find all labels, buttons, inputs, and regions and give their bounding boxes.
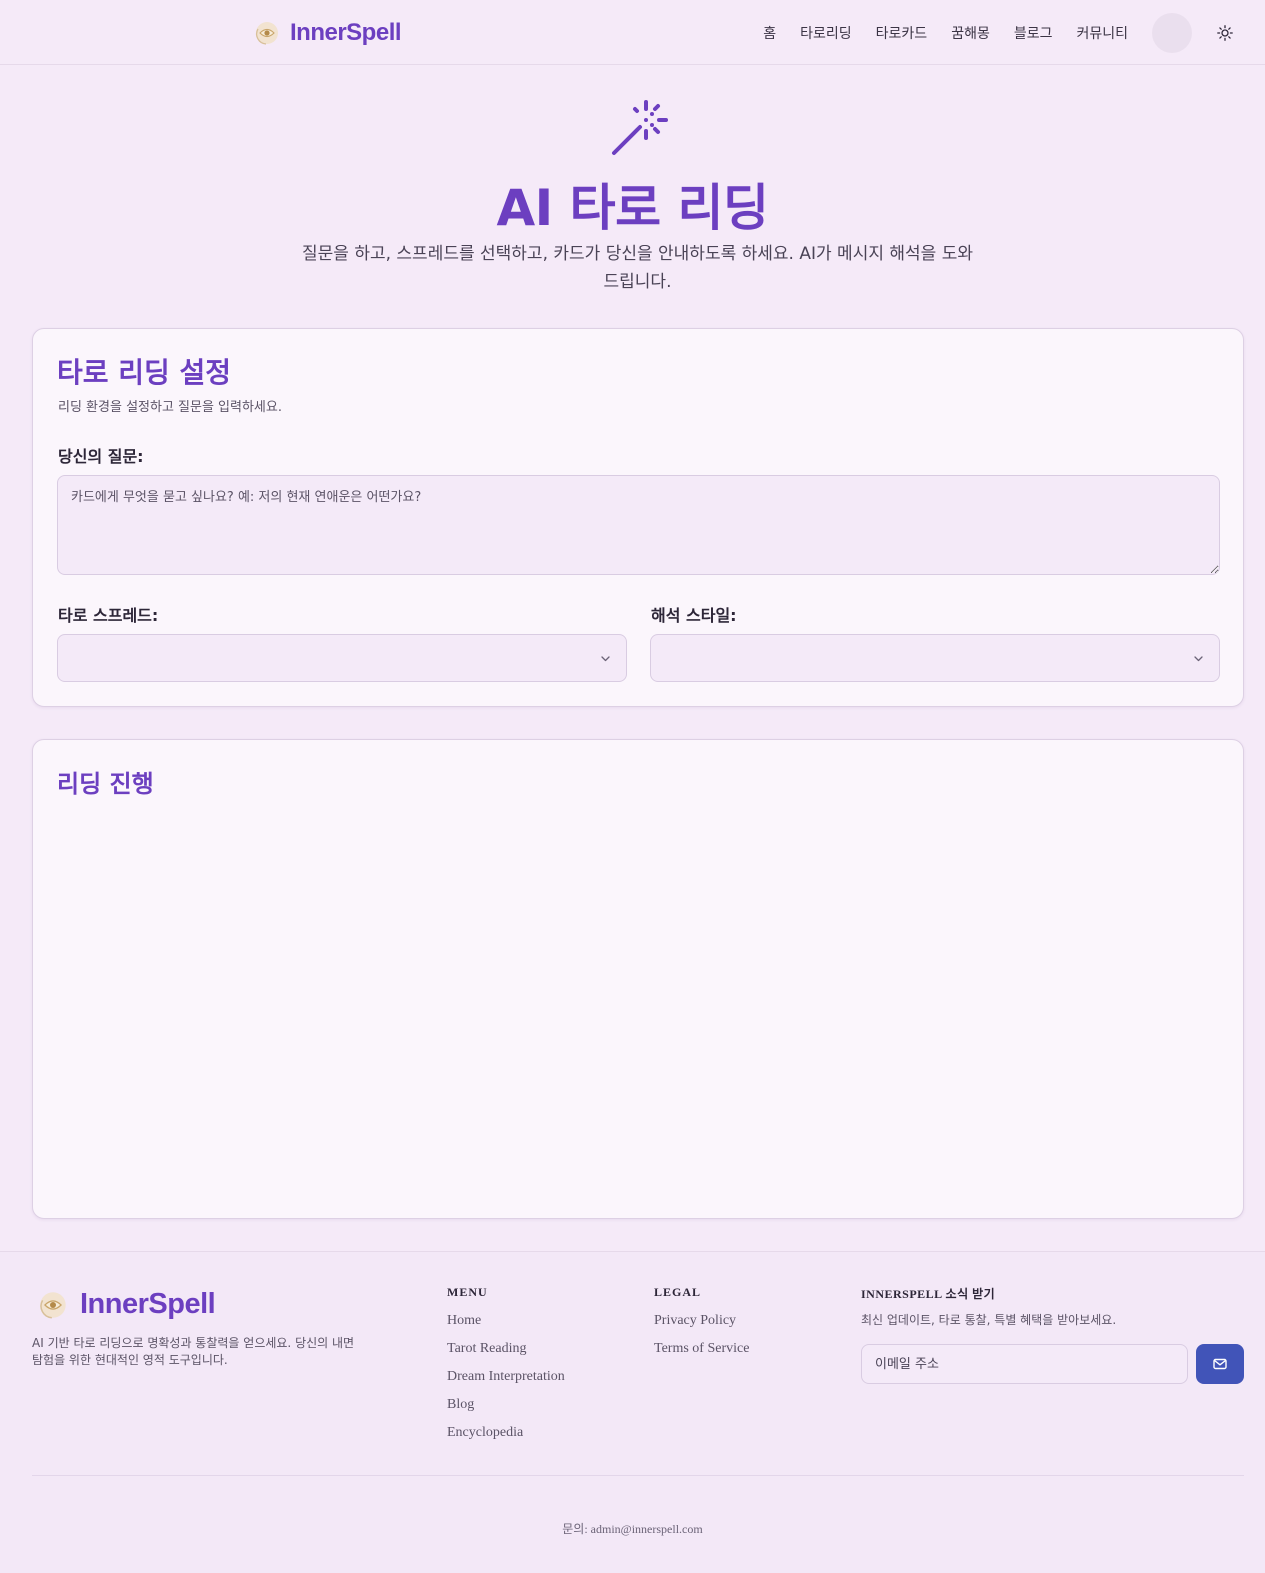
- eye-moon-logo-icon: [256, 22, 278, 45]
- footer-link-home[interactable]: Home: [447, 1310, 565, 1338]
- question-input[interactable]: [57, 475, 1220, 575]
- sun-icon: [1217, 24, 1233, 41]
- footer-link-dream[interactable]: Dream Interpretation: [447, 1366, 565, 1394]
- nav-item-tarot-reading[interactable]: 타로리딩: [800, 23, 852, 43]
- chevron-down-icon: [1194, 656, 1203, 662]
- footer-legal-title: LEGAL: [654, 1285, 702, 1299]
- footer-legal-links: Privacy Policy Terms of Service: [654, 1310, 749, 1366]
- newsletter-title: INNERSPELL 소식 받기: [861, 1287, 996, 1301]
- footer-link-privacy[interactable]: Privacy Policy: [654, 1310, 749, 1338]
- theme-toggle-button[interactable]: [1215, 23, 1235, 43]
- progress-title: 리딩 진행: [57, 770, 154, 798]
- footer-brand-name: InnerSpell: [80, 1288, 216, 1320]
- brand-logo[interactable]: InnerSpell: [254, 17, 402, 49]
- chevron-down-icon: [601, 656, 610, 662]
- nav-item-community[interactable]: 커뮤니티: [1076, 23, 1128, 43]
- nav-item-dream[interactable]: 꿈해몽: [951, 23, 990, 43]
- footer-contact: 문의: admin@innerspell.com: [562, 1522, 703, 1536]
- spread-select[interactable]: [57, 634, 627, 682]
- main-nav: 홈 타로리딩 타로카드 꿈해몽 블로그 커뮤니티: [763, 0, 1265, 65]
- footer-description: AI 기반 타로 리딩으로 명확성과 통찰력을 얻으세요. 당신의 내면 탐험을…: [32, 1336, 355, 1367]
- footer-link-blog[interactable]: Blog: [447, 1394, 565, 1422]
- brand-name: InnerSpell: [290, 19, 402, 46]
- footer-menu-links: Home Tarot Reading Dream Interpretation …: [447, 1310, 565, 1450]
- footer-brand-logo[interactable]: InnerSpell: [38, 1288, 216, 1321]
- eye-moon-logo-icon: [40, 1291, 66, 1318]
- newsletter-subscribe-button[interactable]: [1196, 1344, 1244, 1384]
- newsletter-description: 최신 업데이트, 타로 통찰, 특별 혜택을 받아보세요.: [861, 1313, 1117, 1327]
- question-label: 당신의 질문:: [58, 447, 144, 466]
- reading-setup-card: 타로 리딩 설정 리딩 환경을 설정하고 질문을 입력하세요. 당신의 질문: …: [32, 328, 1244, 707]
- interpretation-style-select[interactable]: [650, 634, 1220, 682]
- nav-item-home[interactable]: 홈: [763, 23, 776, 43]
- footer-menu-title: MENU: [447, 1285, 488, 1299]
- nav-item-blog[interactable]: 블로그: [1014, 23, 1053, 43]
- footer-divider: [32, 1475, 1244, 1476]
- mail-icon: [1213, 1358, 1227, 1370]
- avatar[interactable]: [1152, 12, 1192, 53]
- site-footer: InnerSpell AI 기반 타로 리딩으로 명확성과 통찰력을 얻으세요.…: [0, 1252, 1265, 1573]
- newsletter-email-input[interactable]: [861, 1344, 1188, 1384]
- setup-description: 리딩 환경을 설정하고 질문을 입력하세요.: [58, 400, 282, 415]
- site-header: InnerSpell 홈 타로리딩 타로카드 꿈해몽 블로그 커뮤니티: [0, 0, 1265, 65]
- spread-label: 타로 스프레드:: [58, 606, 159, 625]
- magic-wand-icon: [612, 100, 668, 155]
- page-subtitle: 질문을 하고, 스프레드를 선택하고, 카드가 당신을 안내하도록 하세요. A…: [302, 244, 973, 292]
- nav-item-tarot-cards[interactable]: 타로카드: [876, 23, 928, 43]
- setup-title: 타로 리딩 설정: [57, 356, 232, 389]
- page-title: AI 타로 리딩: [496, 179, 769, 237]
- footer-link-tarot-reading[interactable]: Tarot Reading: [447, 1338, 565, 1366]
- reading-progress-card: 리딩 진행: [32, 739, 1244, 1219]
- style-label: 해석 스타일:: [651, 606, 737, 625]
- footer-link-encyclopedia[interactable]: Encyclopedia: [447, 1422, 565, 1450]
- footer-link-terms[interactable]: Terms of Service: [654, 1338, 749, 1366]
